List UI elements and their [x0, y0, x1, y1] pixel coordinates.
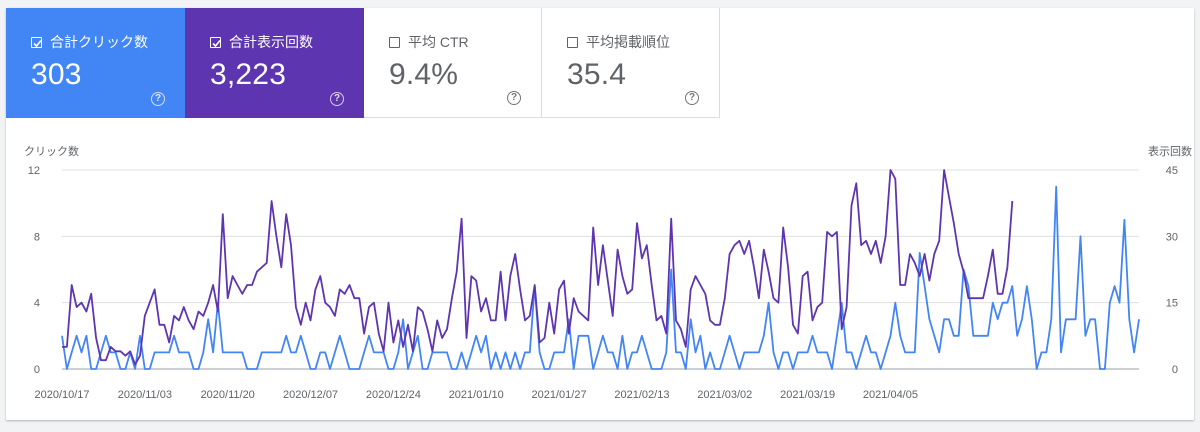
x-tick-label: 2021/03/19	[780, 389, 835, 401]
x-tick-label: 2021/01/27	[532, 389, 587, 401]
left-tick-label: 12	[28, 165, 40, 177]
right-tick-label: 45	[1166, 165, 1178, 177]
x-tick-label: 2021/01/10	[449, 389, 504, 401]
x-tick-label: 2021/04/05	[863, 389, 918, 401]
right-tick-label: 30	[1166, 231, 1178, 243]
performance-line-chart: クリック数 表示回数 12 45 8 30 4 15 0 0 2020/10/17 2020/11…	[24, 144, 1192, 401]
performance-card: 合計クリック数 303 ? 合計表示回数 3,223 ? 平均 CTR 9.4%…	[6, 8, 1194, 420]
x-tick-label: 2021/03/02	[697, 389, 752, 401]
x-tick-label: 2020/10/17	[34, 389, 89, 401]
chart-series	[61, 169, 1140, 370]
x-tick-label: 2020/11/03	[118, 389, 172, 401]
right-tick-label: 0	[1172, 364, 1178, 376]
x-tick-label: 2021/02/13	[614, 389, 669, 401]
left-tick-label: 0	[34, 364, 40, 376]
impressions-series-line	[62, 169, 1014, 366]
right-tick-label: 15	[1166, 298, 1178, 310]
left-tick-label: 4	[34, 298, 40, 310]
right-axis-label: 表示回数	[1148, 144, 1192, 158]
left-axis-label: クリック数	[24, 145, 79, 158]
x-tick-label: 2020/12/24	[366, 389, 421, 401]
left-tick-label: 8	[34, 231, 40, 243]
x-tick-label: 2020/12/07	[283, 389, 338, 401]
x-tick-label: 2020/11/20	[201, 389, 255, 401]
